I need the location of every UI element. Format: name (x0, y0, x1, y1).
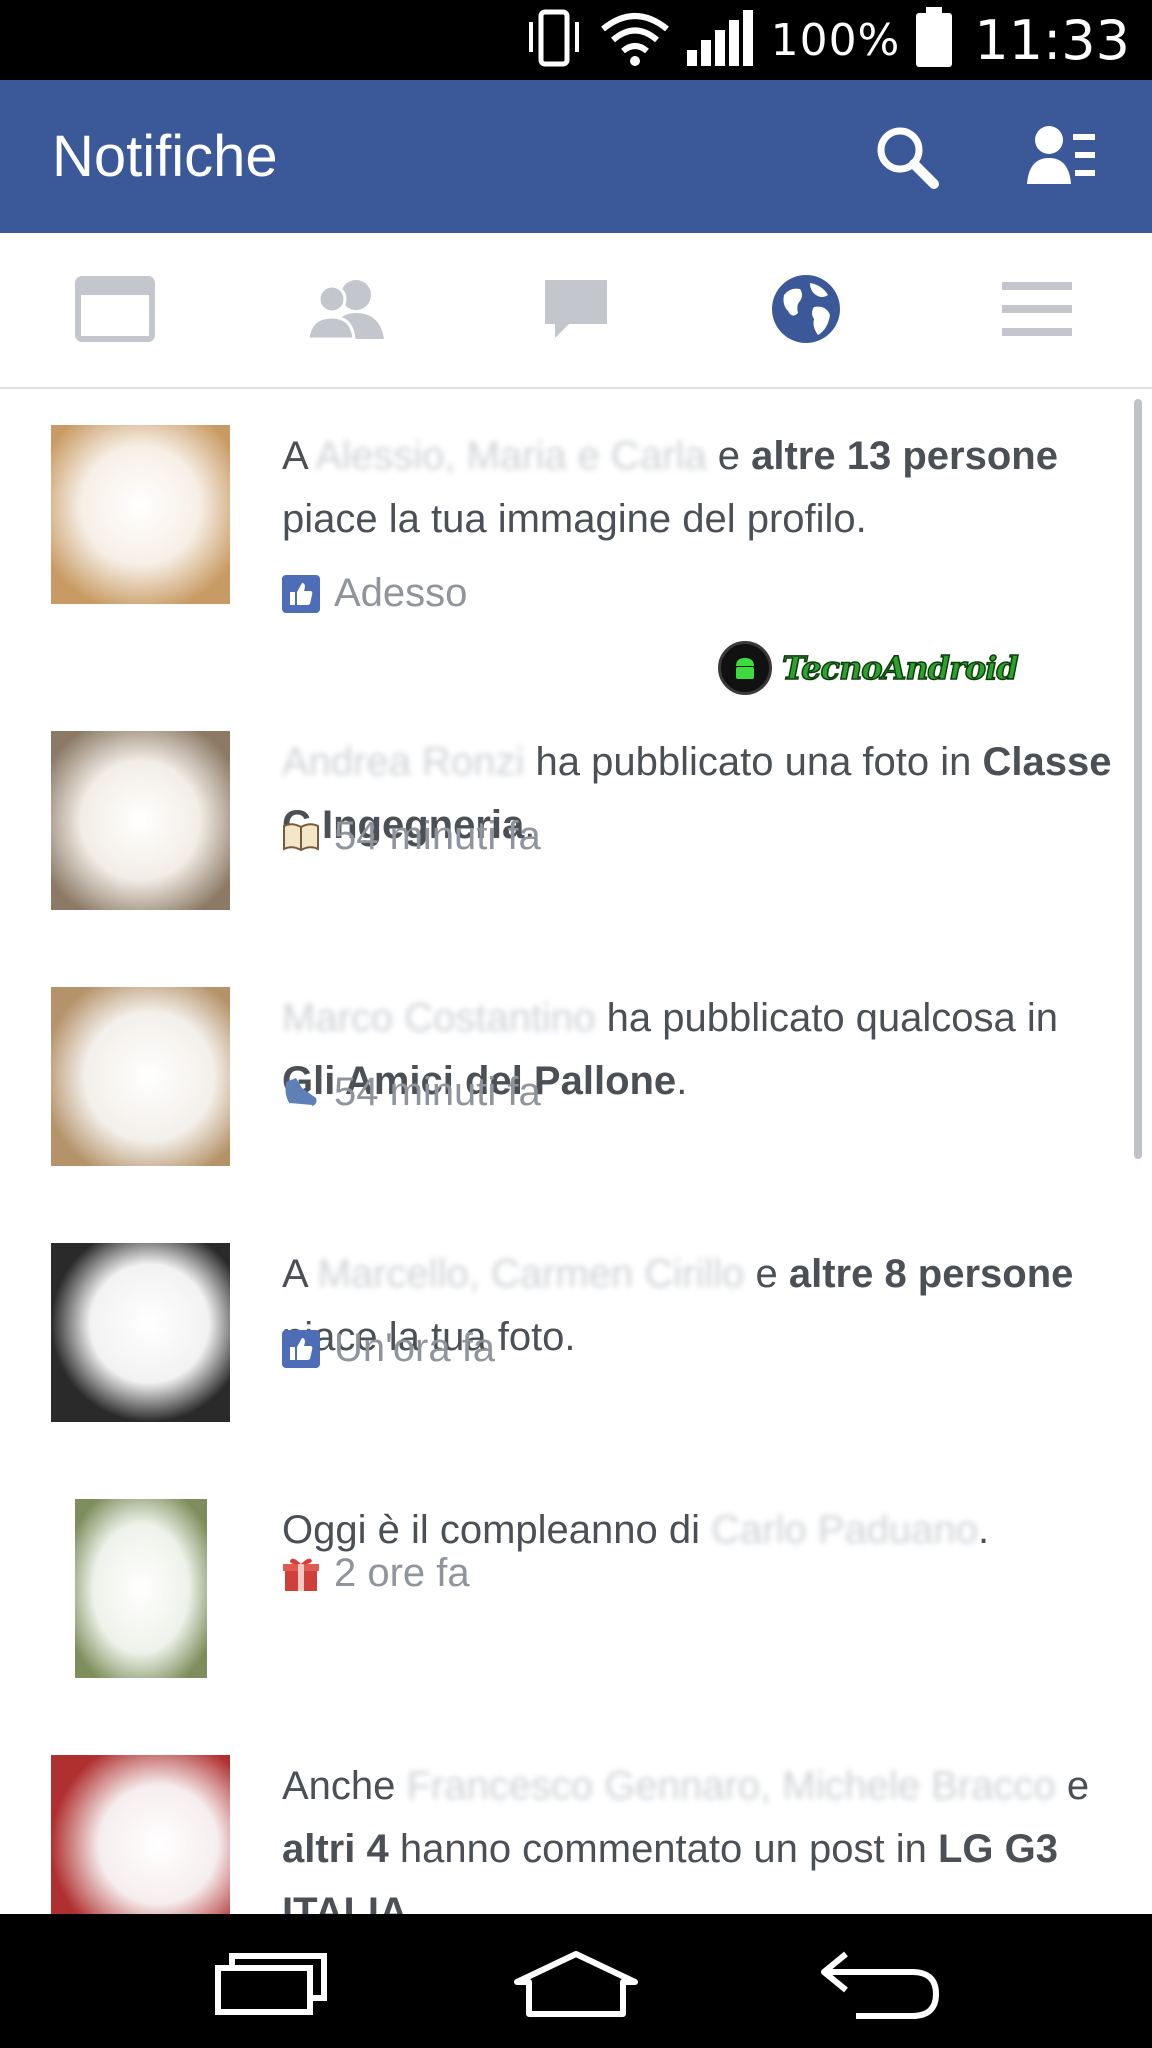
notification-time: 54 minuti fa (334, 814, 541, 858)
avatar (51, 425, 230, 604)
notification-text: A Alessio, Maria e Carla e altre 13 pers… (282, 434, 1058, 541)
status-bar: 100% 11:33 (0, 0, 1152, 80)
like-icon (282, 1329, 320, 1368)
tab-messages[interactable] (532, 271, 620, 351)
notification-meta: Adesso (282, 571, 467, 616)
notification-meta: 2 ore fa (282, 1551, 470, 1596)
watermark-logo: TecnoAndroid (718, 641, 1020, 695)
avatar (51, 987, 230, 1166)
recent-apps-icon (206, 1953, 336, 2028)
avatar (75, 1499, 207, 1678)
tab-bar (0, 233, 1152, 389)
list-item[interactable]: Oggi è il compleanno di Carlo Paduano. 2… (0, 1499, 1152, 1719)
watermark-text: TecnoAndroid (781, 648, 1019, 688)
messages-icon (541, 276, 611, 347)
tab-menu[interactable] (993, 271, 1081, 351)
navigation-bar (0, 1914, 1152, 2048)
book-icon (282, 818, 320, 856)
home-button[interactable] (511, 1944, 641, 2024)
clock: 11:33 (974, 8, 1130, 72)
like-icon (282, 574, 320, 613)
avatar (51, 1243, 230, 1422)
notifications-list[interactable]: A Alessio, Maria e Carla e altre 13 pers… (0, 389, 1152, 1914)
notification-time: Un'ora fa (334, 1326, 496, 1370)
shoe-icon (282, 1074, 320, 1112)
signal-icon (685, 8, 757, 73)
menu-icon (1002, 280, 1072, 343)
app-bar: Notifiche (0, 80, 1152, 233)
tab-news-feed[interactable] (71, 271, 159, 351)
search-icon[interactable] (870, 120, 944, 194)
notification-meta: 54 minuti fa (282, 1070, 541, 1115)
friend-requests-icon[interactable] (1025, 120, 1099, 194)
list-item[interactable]: A Marcello, Carmen Cirillo e altre 8 per… (0, 1243, 1152, 1463)
list-item[interactable]: Anche Francesco Gennaro, Michele Bracco … (0, 1755, 1152, 1914)
battery-icon (914, 6, 954, 74)
battery-percent: 100% (770, 14, 901, 66)
news-feed-icon (75, 275, 155, 347)
notification-time: Adesso (334, 571, 468, 615)
avatar (51, 1755, 230, 1914)
tab-friends[interactable] (302, 271, 390, 351)
tab-notifications[interactable] (762, 271, 850, 351)
recent-apps-button[interactable] (206, 1944, 336, 2024)
home-icon (511, 1951, 641, 2028)
android-icon (718, 641, 772, 695)
page-title: Notifiche (52, 124, 278, 189)
back-button[interactable] (816, 1944, 946, 2024)
vibrate-icon (521, 8, 585, 73)
wifi-icon (599, 9, 671, 72)
notification-meta: Un'ora fa (282, 1326, 495, 1371)
list-item[interactable]: A Alessio, Maria e Carla e altre 13 pers… (0, 425, 1152, 695)
notification-time: 54 minuti fa (334, 1070, 541, 1114)
notification-meta: 54 minuti fa (282, 814, 541, 859)
notification-time: 2 ore fa (334, 1551, 470, 1595)
list-item[interactable]: Marco Costantino ha pubblicato qualcosa … (0, 987, 1152, 1207)
friends-icon (304, 277, 388, 346)
gift-icon (282, 1555, 320, 1593)
notification-text: Anche Francesco Gennaro, Michele Bracco … (282, 1764, 1090, 1914)
list-item[interactable]: Andrea Ronzi ha pubblicato una foto in C… (0, 731, 1152, 951)
notifications-globe-icon (770, 273, 842, 350)
back-icon (816, 1951, 946, 2028)
avatar (51, 731, 230, 910)
